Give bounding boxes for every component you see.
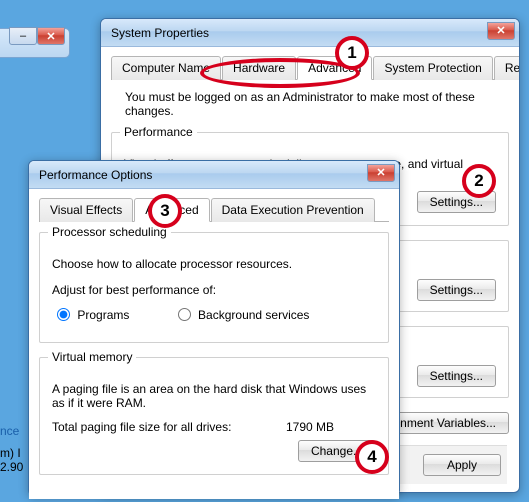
- adjust-label: Adjust for best performance of:: [52, 283, 376, 297]
- change-button[interactable]: Change...: [298, 440, 376, 462]
- radio-services-label[interactable]: Background services: [173, 308, 310, 322]
- paging-file-total-label: Total paging file size for all drives:: [52, 420, 286, 434]
- perfopts-title: Performance Options: [39, 168, 367, 182]
- bg-minimize-icon: –: [9, 27, 37, 45]
- tab-hardware[interactable]: Hardware: [222, 56, 296, 80]
- virtual-memory-legend: Virtual memory: [48, 350, 136, 364]
- sysprops-apply-button[interactable]: Apply: [423, 454, 501, 476]
- user-profiles-settings-button[interactable]: Settings...: [417, 279, 496, 301]
- sysprops-intro-text: You must be logged on as an Administrato…: [125, 90, 507, 118]
- tab-visual-effects[interactable]: Visual Effects: [39, 198, 133, 222]
- perfopts-tabstrip: Visual Effects Advanced Data Execution P…: [39, 197, 389, 222]
- sysprops-title: System Properties: [111, 26, 487, 40]
- paging-file-total-value: 1790 MB: [286, 420, 376, 434]
- radio-services[interactable]: [178, 308, 191, 321]
- radio-services-text: Background services: [198, 308, 309, 322]
- tab-advanced[interactable]: Advanced: [297, 56, 372, 80]
- radio-programs-text: Programs: [77, 308, 129, 322]
- perfopts-close-button[interactable]: ✕: [367, 164, 395, 182]
- bg-label-m: m) I: [0, 446, 21, 460]
- tab-computer-name[interactable]: Computer Name: [111, 56, 221, 80]
- processor-scheduling-desc: Choose how to allocate processor resourc…: [52, 257, 376, 271]
- processor-scheduling-group: Processor scheduling Choose how to alloc…: [39, 232, 389, 343]
- sysprops-close-button[interactable]: ✕: [487, 22, 515, 40]
- radio-programs-label[interactable]: Programs: [52, 308, 133, 322]
- performance-options-window: Performance Options ✕ Visual Effects Adv…: [28, 160, 400, 496]
- processor-scheduling-legend: Processor scheduling: [48, 225, 171, 239]
- tab-perfopts-advanced[interactable]: Advanced: [134, 198, 209, 222]
- sysprops-tabstrip: Computer Name Hardware Advanced System P…: [111, 55, 509, 80]
- performance-settings-button[interactable]: Settings...: [417, 191, 496, 213]
- virtual-memory-group: Virtual memory A paging file is an area …: [39, 357, 389, 475]
- tab-remote[interactable]: Remote: [494, 56, 519, 80]
- radio-programs[interactable]: [57, 308, 70, 321]
- startup-recovery-settings-button[interactable]: Settings...: [417, 365, 496, 387]
- tab-system-protection[interactable]: System Protection: [373, 56, 492, 80]
- tab-dep[interactable]: Data Execution Prevention: [211, 198, 375, 222]
- virtual-memory-desc: A paging file is an area on the hard dis…: [52, 382, 376, 410]
- bg-label-ghz: 2.90: [0, 460, 23, 474]
- performance-legend: Performance: [120, 125, 197, 139]
- bg-label-nce: nce: [0, 424, 19, 438]
- bg-close-icon: ✕: [37, 27, 65, 45]
